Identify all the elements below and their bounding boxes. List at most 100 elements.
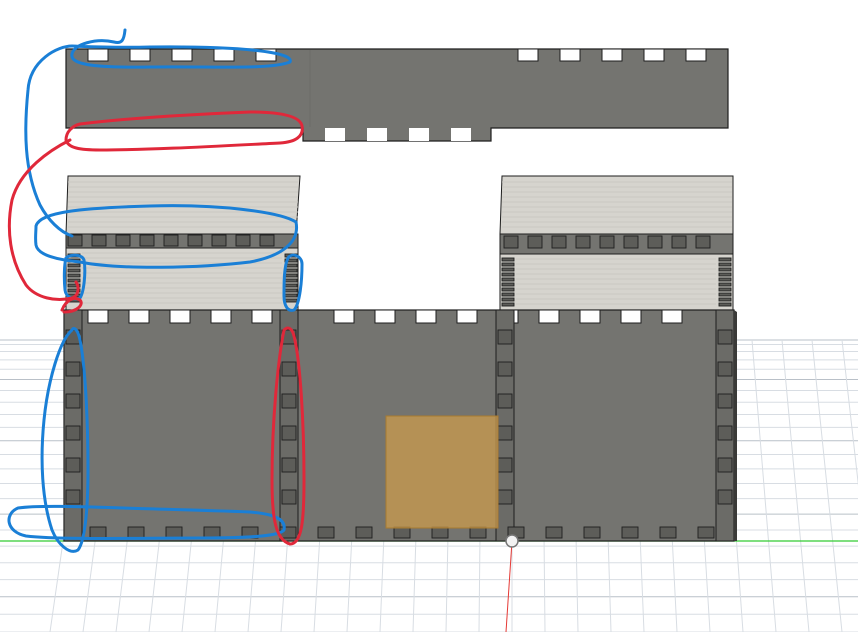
finger-slot bbox=[469, 526, 487, 539]
finger-notch bbox=[213, 48, 235, 62]
finger-slot bbox=[431, 526, 449, 539]
finger-slot bbox=[127, 526, 145, 539]
tray-inner-face bbox=[499, 253, 734, 311]
finger-slot bbox=[501, 287, 515, 292]
finger-slot bbox=[284, 293, 298, 298]
lid-panel[interactable] bbox=[65, 48, 729, 142]
finger-slot bbox=[67, 273, 81, 278]
finger-slot bbox=[695, 235, 711, 249]
finger-slot bbox=[599, 235, 615, 249]
finger-slot bbox=[281, 361, 297, 377]
finger-slot bbox=[718, 282, 732, 287]
finger-slot bbox=[67, 278, 81, 283]
finger-slot bbox=[718, 287, 732, 292]
selected-face[interactable] bbox=[385, 415, 499, 529]
grid-line bbox=[811, 339, 843, 633]
rim-notch bbox=[579, 309, 601, 324]
grid-line bbox=[781, 339, 810, 633]
finger-slot bbox=[717, 425, 733, 441]
finger-slot bbox=[355, 526, 373, 539]
selected-face-highlight[interactable] bbox=[385, 415, 499, 529]
finger-notch bbox=[517, 48, 539, 62]
finger-slot bbox=[718, 302, 732, 307]
box-side-bevel bbox=[734, 310, 737, 541]
finger-notch bbox=[129, 48, 151, 62]
finger-slot bbox=[647, 235, 663, 249]
origin-point-marker[interactable] bbox=[505, 534, 519, 548]
3d-viewport[interactable] bbox=[0, 0, 858, 633]
lid-bottom-notch bbox=[451, 128, 471, 141]
finger-slot bbox=[718, 277, 732, 282]
finger-slot bbox=[393, 526, 411, 539]
finger-notch bbox=[643, 48, 665, 62]
finger-slot bbox=[284, 298, 298, 303]
rim-notch bbox=[210, 309, 232, 324]
origin-point[interactable] bbox=[505, 534, 519, 548]
finger-slot bbox=[281, 393, 297, 409]
finger-slot bbox=[621, 526, 639, 539]
finger-slot bbox=[671, 235, 687, 249]
scene-canvas[interactable] bbox=[0, 0, 858, 633]
finger-notch bbox=[87, 48, 109, 62]
rim-notch bbox=[251, 309, 273, 324]
finger-slot bbox=[717, 329, 733, 345]
finger-slot bbox=[717, 393, 733, 409]
finger-slot bbox=[623, 235, 639, 249]
finger-notch bbox=[601, 48, 623, 62]
finger-slot bbox=[718, 262, 732, 267]
rim-notch bbox=[456, 309, 478, 324]
finger-slot bbox=[501, 297, 515, 302]
finger-slot bbox=[91, 234, 107, 247]
finger-notch bbox=[171, 48, 193, 62]
finger-slot bbox=[501, 277, 515, 282]
grid-line bbox=[751, 339, 777, 633]
finger-slot bbox=[259, 234, 275, 247]
finger-slot bbox=[575, 235, 591, 249]
finger-slot bbox=[203, 526, 221, 539]
finger-slot bbox=[497, 425, 513, 441]
finger-slot bbox=[89, 526, 107, 539]
finger-slot bbox=[497, 361, 513, 377]
rim-notch bbox=[538, 309, 560, 324]
rim-notch bbox=[128, 309, 150, 324]
finger-slot bbox=[501, 257, 515, 262]
finger-slot bbox=[697, 526, 715, 539]
finger-slot bbox=[583, 526, 601, 539]
finger-slot bbox=[501, 262, 515, 267]
finger-notch bbox=[559, 48, 581, 62]
right-upper-tray[interactable] bbox=[499, 175, 734, 311]
finger-slot bbox=[65, 393, 81, 409]
finger-slot bbox=[717, 361, 733, 377]
lid-bottom-notch bbox=[409, 128, 429, 141]
finger-slot bbox=[527, 235, 543, 249]
finger-slot bbox=[65, 489, 81, 505]
finger-slot bbox=[718, 272, 732, 277]
finger-slot bbox=[501, 282, 515, 287]
finger-notch bbox=[685, 48, 707, 62]
finger-slot bbox=[497, 489, 513, 505]
finger-slot bbox=[187, 234, 203, 247]
left-upper-tray[interactable] bbox=[65, 175, 301, 311]
finger-slot bbox=[284, 278, 298, 283]
finger-slot bbox=[503, 235, 519, 249]
finger-slot bbox=[501, 292, 515, 297]
finger-slot bbox=[497, 329, 513, 345]
rim-notch bbox=[374, 309, 396, 324]
rim-notch bbox=[87, 309, 109, 324]
rim-notch bbox=[661, 309, 683, 324]
lid-panel-face[interactable] bbox=[65, 48, 729, 142]
divider-edge bbox=[715, 309, 735, 542]
finger-slot bbox=[497, 457, 513, 473]
finger-slot bbox=[718, 297, 732, 302]
rim-notch bbox=[620, 309, 642, 324]
finger-slot bbox=[718, 292, 732, 297]
lid-bottom-notch bbox=[367, 128, 387, 141]
finger-slot bbox=[67, 263, 81, 268]
finger-slot bbox=[284, 268, 298, 273]
finger-slot bbox=[718, 257, 732, 262]
finger-slot bbox=[497, 393, 513, 409]
grid-line bbox=[841, 339, 858, 487]
finger-slot bbox=[65, 425, 81, 441]
finger-slot bbox=[65, 457, 81, 473]
tray-top-face[interactable] bbox=[499, 175, 734, 235]
